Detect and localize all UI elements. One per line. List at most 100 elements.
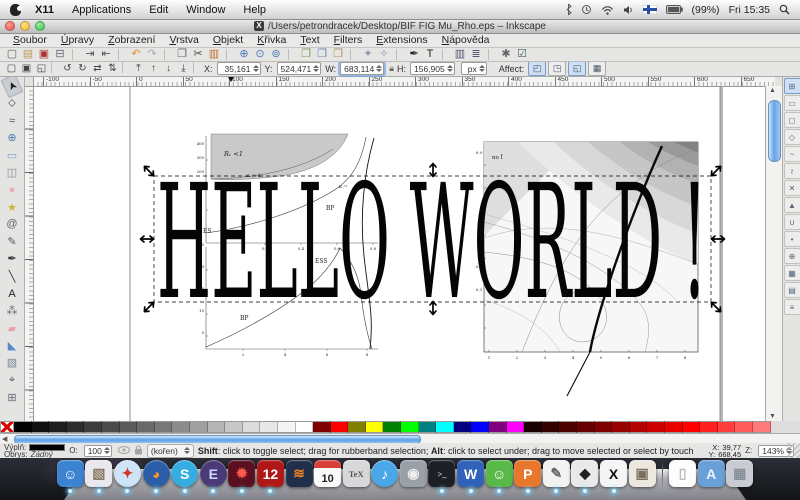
clone-button[interactable]: ❐ <box>314 48 330 61</box>
spotlight-icon[interactable] <box>779 4 790 15</box>
text-tool[interactable]: A <box>2 286 22 302</box>
palette-swatch[interactable] <box>700 421 718 433</box>
snap-centers-button[interactable]: ⊕ <box>783 248 800 264</box>
menubar-item[interactable]: Window <box>186 4 225 16</box>
raise-to-top-button[interactable]: ⤒ <box>131 62 146 75</box>
height-input[interactable]: 156,905 <box>410 62 455 75</box>
zoom-selection-button[interactable]: ⊚ <box>268 48 284 61</box>
palette-swatch[interactable] <box>330 421 349 433</box>
scroll-up-arrow[interactable]: ▲ <box>769 87 776 94</box>
box3d-tool[interactable]: ◫ <box>2 164 22 180</box>
spiral-tool[interactable]: @ <box>2 216 22 232</box>
palette-swatch[interactable] <box>31 421 50 433</box>
menu-text[interactable]: Text <box>293 34 326 46</box>
preferences-button[interactable]: ✱ <box>498 48 514 61</box>
palette-swatch[interactable] <box>365 421 384 433</box>
palette-swatch[interactable] <box>752 421 771 433</box>
palette-swatch[interactable] <box>66 421 85 433</box>
keyboard-layout-flag-icon[interactable] <box>642 5 657 14</box>
tweak-tool[interactable]: ≈ <box>2 113 22 129</box>
snap-enable-button[interactable]: ⊞ <box>783 78 800 94</box>
bucket-fill-tool[interactable]: ◣ <box>2 337 22 353</box>
palette-swatch[interactable] <box>418 421 437 433</box>
menubar-item[interactable]: Help <box>243 4 266 16</box>
deselect-button[interactable]: ◱ <box>34 62 49 75</box>
palette-swatch[interactable] <box>172 421 190 433</box>
menubar-item[interactable]: Applications <box>72 4 131 16</box>
palette-swatch[interactable] <box>541 421 560 433</box>
scroll-down-arrow[interactable]: ▼ <box>769 413 776 420</box>
palette-swatch[interactable] <box>524 421 542 433</box>
x-coord-input[interactable]: 35,161 <box>216 62 261 75</box>
vertical-scrollbar-thumb[interactable] <box>768 100 781 162</box>
hello-world-text[interactable]: HELLO WORLD ! <box>157 151 707 335</box>
unlink-clone-button[interactable]: ❐ <box>330 48 346 61</box>
snap-smooth-nodes-button[interactable]: ∪ <box>783 214 800 230</box>
scroll-left-arrow[interactable]: ◀ <box>2 435 7 443</box>
snap-grids-button[interactable]: ▤ <box>783 282 800 298</box>
wifi-icon[interactable] <box>601 5 614 15</box>
vertical-scrollbar[interactable]: ▲ ▼ <box>765 86 782 421</box>
palette-swatch[interactable] <box>277 421 296 433</box>
select-original-button[interactable]: ✦ <box>360 48 376 61</box>
connector-tool[interactable]: ⊞ <box>2 389 22 405</box>
star-tool[interactable]: ★ <box>2 199 22 215</box>
document-properties-button[interactable]: ▥ <box>452 48 468 61</box>
palette-swatch[interactable] <box>225 421 243 433</box>
palette-swatch[interactable] <box>383 421 402 433</box>
y-coord-input[interactable]: 524,471 <box>276 62 322 75</box>
unit-select[interactable]: px <box>460 62 487 75</box>
vertical-ruler[interactable] <box>24 86 34 421</box>
redo-button[interactable]: ↷ <box>144 48 160 61</box>
palette-swatch[interactable] <box>506 421 525 433</box>
snap-midpoints-button[interactable]: • <box>783 231 800 247</box>
menubar-item[interactable]: Edit <box>149 4 168 16</box>
palette-swatch[interactable] <box>471 421 490 433</box>
affect-move-button[interactable]: ◰ <box>528 61 547 76</box>
snap-bbox-button[interactable]: ▭ <box>783 95 800 111</box>
rectangle-tool[interactable]: ▭ <box>2 147 22 163</box>
affect-rotate-button[interactable]: ◳ <box>548 61 567 76</box>
zoom-page-button[interactable]: ⊙ <box>252 48 268 61</box>
palette-swatch[interactable] <box>577 421 595 433</box>
align-distribute-button[interactable]: ≣ <box>468 48 484 61</box>
palette-swatch[interactable] <box>242 421 261 433</box>
undo-button[interactable]: ↶ <box>128 48 144 61</box>
width-input[interactable]: 683,114 <box>340 62 385 75</box>
select-all-layers-button[interactable]: ▣ <box>19 62 34 75</box>
menu-extensions[interactable]: Extensions <box>369 34 434 46</box>
cut-button[interactable]: ✂ <box>190 48 206 61</box>
pen-tool[interactable]: ✒ <box>2 251 22 267</box>
rotate-ccw-button[interactable]: ↺ <box>60 62 75 75</box>
time-machine-icon[interactable] <box>581 4 592 15</box>
palette-swatch[interactable] <box>348 421 366 433</box>
snap-intersections-button[interactable]: ✕ <box>783 180 800 196</box>
calligraphy-tool[interactable]: ╲ <box>2 268 22 284</box>
palette-swatch[interactable] <box>664 421 683 433</box>
menu-vrstva[interactable]: Vrstva <box>162 34 205 46</box>
layer-lock-icon[interactable] <box>134 445 143 457</box>
palette-swatch[interactable] <box>313 421 331 433</box>
palette-swatch[interactable] <box>189 421 208 433</box>
palette-swatch[interactable] <box>594 421 613 433</box>
lock-ratio-icon[interactable]: 🔒︎ <box>389 63 394 74</box>
affect-pattern-button[interactable]: ▦ <box>588 61 607 76</box>
palette-swatch[interactable] <box>612 421 630 433</box>
print-button[interactable]: ⊟ <box>52 48 68 61</box>
lower-button[interactable]: ↓ <box>161 62 176 75</box>
layer-select[interactable]: (kořen) <box>146 443 194 458</box>
menu-zobrazeni[interactable]: Zobrazení <box>101 34 162 46</box>
snap-guides-button[interactable]: ≡ <box>783 299 800 315</box>
palette-swatch[interactable] <box>647 421 665 433</box>
palette-swatch[interactable] <box>489 421 507 433</box>
import-button[interactable]: ⇥ <box>82 48 98 61</box>
snap-page-border-button[interactable]: ▦ <box>783 265 800 281</box>
window-title-bar[interactable]: X /Users/petrondracek/Desktop/BIF FIG Mu… <box>0 19 800 34</box>
snap-bbox-edges-button[interactable]: ◻ <box>783 112 800 128</box>
edit-clone-button[interactable]: ✧ <box>376 48 392 61</box>
menu-soubor[interactable]: Soubor <box>6 34 54 46</box>
no-color-swatch[interactable] <box>0 421 14 433</box>
palette-swatch[interactable] <box>49 421 67 433</box>
menu-krivka[interactable]: Křivka <box>250 34 293 46</box>
bluetooth-icon[interactable] <box>565 4 572 15</box>
